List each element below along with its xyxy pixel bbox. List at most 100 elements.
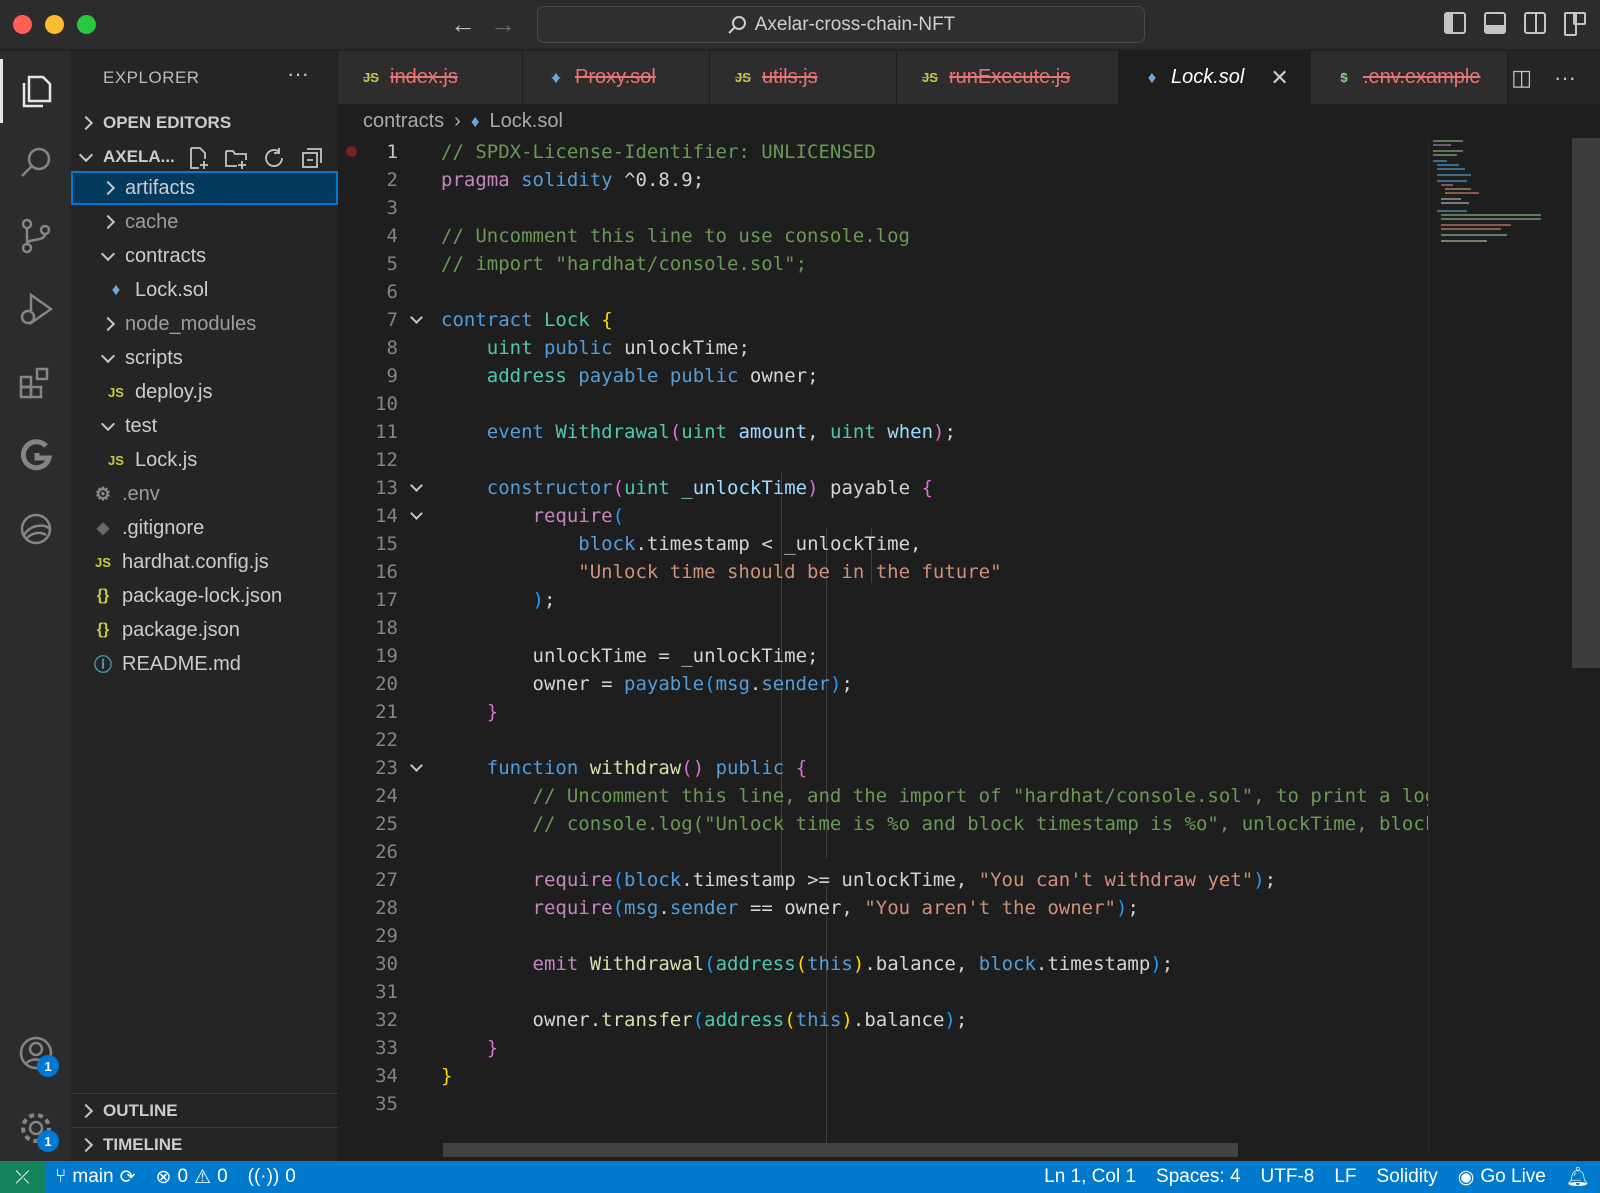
encoding-selector[interactable]: UTF-8 [1251, 1166, 1325, 1188]
customize-layout-icon[interactable] [1564, 12, 1586, 36]
cursor-position[interactable]: Ln 1, Col 1 [1034, 1166, 1146, 1188]
fold-chevron-icon[interactable] [410, 479, 423, 492]
tab-env-example[interactable]: $ .env.example [1311, 51, 1508, 104]
collapse-all-icon[interactable] [300, 146, 324, 170]
forward-arrow-icon[interactable]: → [490, 10, 516, 38]
solidity-file-icon: ♦ [111, 280, 121, 299]
chevron-down-icon [100, 246, 116, 261]
dollar-icon: $ [1340, 70, 1348, 85]
tree-file-lock-js[interactable]: JS Lock.js [71, 443, 338, 477]
breadcrumb: contracts › ♦ Lock.sol [363, 110, 563, 133]
sync-icon: ⟳ [119, 1166, 136, 1188]
ports-indicator[interactable]: ((·)) 0 [238, 1166, 306, 1188]
toggle-panel-icon[interactable] [1484, 12, 1506, 34]
search-icon[interactable] [0, 131, 71, 195]
tree-file-hardhat-config[interactable]: JS hardhat.config.js [71, 545, 338, 579]
more-actions-icon[interactable]: ··· [1554, 65, 1576, 91]
problems-indicator[interactable]: ⊗ 0 ⚠ 0 [146, 1166, 238, 1189]
title-bar: ← → Axelar-cross-chain-NFT [0, 0, 1600, 50]
tree-file-env[interactable]: ⚙ .env [71, 477, 338, 511]
chevron-right-icon: › [454, 110, 461, 132]
code-editor[interactable]: 1// SPDX-License-Identifier: UNLICENSED … [338, 138, 1428, 1153]
more-actions-icon[interactable]: ··· [287, 61, 309, 87]
code-line: 20 owner = payable(msg.sender); [375, 673, 853, 695]
manage-gear-icon[interactable]: 1 [0, 1096, 71, 1160]
tab-index-js[interactable]: JS index.js [338, 51, 523, 104]
maximize-window-button[interactable] [77, 15, 96, 34]
source-control-icon[interactable] [0, 204, 71, 268]
javascript-file-icon: JS [363, 70, 379, 85]
code-line: 23 function withdraw() public { [375, 757, 808, 779]
tree-file-gitignore[interactable]: ◆ .gitignore [71, 511, 338, 545]
solidity-file-icon: ♦ [551, 67, 561, 87]
json-file-icon: {} [96, 621, 110, 638]
close-window-button[interactable] [13, 15, 32, 34]
tree-file-package-json[interactable]: {} package.json [71, 613, 338, 647]
code-line: 27 require(block.timestamp >= unlockTime… [375, 869, 1277, 891]
close-tab-icon[interactable]: ✕ [1270, 65, 1288, 91]
split-editor-icon[interactable]: ◫ [1511, 65, 1532, 91]
tree-file-readme[interactable]: ⓘ README.md [71, 647, 338, 681]
tree-folder-artifacts[interactable]: artifacts [71, 171, 338, 205]
open-editors-section[interactable]: OPEN EDITORS [71, 106, 338, 140]
fold-chevron-icon[interactable] [410, 311, 423, 324]
tree-folder-node-modules[interactable]: node_modules [71, 307, 338, 341]
code-line: 10 [375, 393, 398, 415]
tree-file-package-lock[interactable]: {} package-lock.json [71, 579, 338, 613]
code-line: 26 [375, 841, 398, 863]
toggle-primary-sidebar-icon[interactable] [1444, 12, 1466, 34]
remote-indicator-icon[interactable]: ⤫ [0, 1161, 45, 1193]
toggle-secondary-sidebar-icon[interactable] [1524, 12, 1546, 34]
notifications-bell-icon[interactable]: 🔔︎ [1556, 1165, 1600, 1189]
back-arrow-icon[interactable]: ← [450, 10, 476, 38]
tree-file-deploy-js[interactable]: JS deploy.js [71, 375, 338, 409]
workspace-folder-header[interactable]: AXELA... [71, 140, 338, 174]
tree-file-lock-sol[interactable]: ♦ Lock.sol [71, 273, 338, 307]
breadcrumb-file[interactable]: Lock.sol [490, 110, 563, 133]
new-file-icon[interactable] [186, 146, 210, 170]
explorer-icon[interactable] [0, 59, 71, 123]
code-line: 12 [375, 449, 398, 471]
code-line: 14 require( [375, 505, 625, 527]
fold-chevron-icon[interactable] [410, 507, 423, 520]
horizontal-scrollbar[interactable] [443, 1143, 1238, 1157]
timeline-section[interactable]: TIMELINE [71, 1127, 338, 1161]
language-mode-selector[interactable]: Solidity [1367, 1166, 1448, 1188]
javascript-file-icon: JS [735, 70, 751, 85]
tree-folder-contracts[interactable]: contracts [71, 239, 338, 273]
extensions-icon[interactable] [0, 351, 71, 415]
new-folder-icon[interactable] [224, 146, 248, 170]
scrollbar-thumb[interactable] [1572, 138, 1600, 668]
javascript-file-icon: JS [108, 452, 124, 468]
accounts-icon[interactable]: 1 [0, 1021, 71, 1085]
fold-chevron-icon[interactable] [410, 759, 423, 772]
tab-proxy-sol[interactable]: ♦ Proxy.sol [523, 51, 710, 104]
indentation-selector[interactable]: Spaces: 4 [1146, 1166, 1251, 1188]
chevron-right-icon [78, 1103, 94, 1118]
outline-section[interactable]: OUTLINE [71, 1093, 338, 1127]
code-line: 4// Uncomment this line to use console.l… [386, 225, 910, 247]
remote-explorer-icon[interactable] [0, 497, 71, 561]
minimize-window-button[interactable] [45, 15, 64, 34]
vertical-scrollbar[interactable] [1572, 138, 1600, 1153]
eol-selector[interactable]: LF [1324, 1166, 1366, 1188]
accounts-badge: 1 [37, 1055, 59, 1077]
refresh-icon[interactable] [262, 146, 286, 170]
minimap[interactable] [1428, 138, 1572, 1153]
git-branch-indicator[interactable]: ⑂ main ⟳ [45, 1166, 146, 1189]
tree-folder-test[interactable]: test [71, 409, 338, 443]
go-live-button[interactable]: ◉ Go Live [1448, 1166, 1556, 1189]
tree-folder-scripts[interactable]: scripts [71, 341, 338, 375]
tab-lock-sol[interactable]: ♦ Lock.sol ✕ [1119, 51, 1311, 104]
run-debug-icon[interactable] [0, 277, 71, 341]
code-line: 9 address payable public owner; [386, 365, 819, 387]
chevron-down-icon [100, 416, 116, 431]
error-icon: ⊗ [155, 1166, 172, 1188]
gitlens-icon[interactable] [0, 424, 71, 488]
breadcrumb-folder[interactable]: contracts [363, 110, 444, 133]
tab-run-execute-js[interactable]: JS runExecute.js [897, 51, 1119, 104]
command-center-search[interactable]: Axelar-cross-chain-NFT [537, 6, 1145, 43]
code-line: 24 // Uncomment this line, and the impor… [375, 785, 1428, 807]
tab-utils-js[interactable]: JS utils.js [710, 51, 897, 104]
tree-folder-cache[interactable]: cache [71, 205, 338, 239]
